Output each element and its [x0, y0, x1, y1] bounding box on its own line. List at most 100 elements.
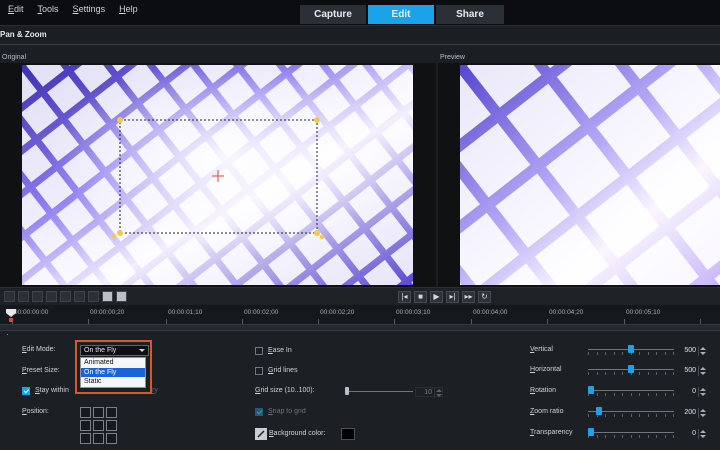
- menu-edit[interactable]: Edit: [8, 4, 24, 14]
- zoom-ratio-input[interactable]: 200: [678, 408, 706, 418]
- vertical-label: Vertical: [530, 346, 553, 353]
- zoom-ratio-slider[interactable]: [588, 407, 674, 417]
- pen-icon[interactable]: [255, 428, 267, 440]
- transparency-label: Transparency: [530, 429, 573, 436]
- grid-size-label: Grid size (10..100):: [255, 387, 315, 394]
- position-bottom-right[interactable]: [106, 433, 117, 444]
- controls-strip: |◂ ■ ▶ ▸| ▸▸ ↻: [0, 287, 720, 305]
- timecode: 00:00:01;10: [168, 309, 203, 316]
- slider-thumb[interactable]: [628, 345, 634, 353]
- position-label: Position:: [22, 408, 49, 415]
- original-image[interactable]: [22, 65, 413, 285]
- slider-thumb[interactable]: [628, 365, 634, 373]
- prev-keyframe-icon[interactable]: [4, 291, 15, 302]
- slider-rail: [345, 391, 413, 392]
- position-top-right[interactable]: [106, 407, 117, 418]
- horizontal-value: 500: [684, 367, 696, 374]
- horizontal-input[interactable]: 500: [678, 366, 706, 376]
- preset-size-label: Preset Size:: [22, 367, 60, 374]
- timecode: 00:00:05;10: [626, 309, 661, 316]
- snap-to-grid-checkbox[interactable]: [255, 408, 263, 416]
- mark-in-icon[interactable]: [102, 291, 113, 302]
- spinner-icon[interactable]: [698, 366, 706, 376]
- original-label: Original: [2, 54, 27, 61]
- position-middle-left[interactable]: [80, 420, 91, 431]
- timecode: 00:00:03;10: [396, 309, 431, 316]
- tab-edit[interactable]: Edit: [368, 5, 434, 24]
- menu-bar: Edit Tools Settings Help: [8, 4, 138, 14]
- frame-handle: [117, 230, 123, 236]
- timecode: 00:00:04;20: [549, 309, 584, 316]
- next-frame-icon[interactable]: ▸|: [446, 291, 459, 303]
- slider-thumb[interactable]: [588, 428, 594, 436]
- tab-capture[interactable]: Capture: [300, 5, 366, 24]
- frame-handle: [111, 233, 117, 239]
- slider-thumb[interactable]: [596, 407, 602, 415]
- add-keyframe-icon[interactable]: [18, 291, 29, 302]
- position-middle-right[interactable]: [106, 420, 117, 431]
- slider-rail: [588, 390, 674, 391]
- menu-settings[interactable]: Settings: [73, 4, 106, 14]
- stop-icon[interactable]: ■: [414, 291, 427, 303]
- original-image-art: [22, 65, 413, 285]
- timecode: 00:00:00;20: [90, 309, 125, 316]
- frame-handle: [314, 117, 320, 123]
- horizontal-slider[interactable]: [588, 365, 674, 375]
- spinner-icon[interactable]: [698, 387, 706, 397]
- slider-thumb[interactable]: [588, 386, 594, 394]
- menu-tools[interactable]: Tools: [38, 4, 59, 14]
- position-top-left[interactable]: [80, 407, 91, 418]
- spinner-icon[interactable]: [698, 408, 706, 418]
- grid-size-slider[interactable]: [345, 387, 413, 396]
- prev-frame-icon[interactable]: |◂: [398, 291, 411, 303]
- end-icon[interactable]: ▸▸: [462, 291, 475, 303]
- position-bottom-center[interactable]: [93, 433, 104, 444]
- move-right-icon[interactable]: [74, 291, 85, 302]
- stay-within-checkbox[interactable]: [22, 387, 30, 395]
- spinner-icon[interactable]: [698, 346, 706, 356]
- vertical-slider[interactable]: [588, 345, 674, 355]
- spinner-icon[interactable]: [698, 429, 706, 439]
- remove-keyframe-icon[interactable]: [32, 291, 43, 302]
- workspace-tabs: Capture Edit Share: [300, 5, 504, 24]
- grid-size-input[interactable]: 10: [415, 387, 443, 398]
- tab-share[interactable]: Share: [436, 5, 504, 24]
- ease-in-label: Ease In: [268, 347, 292, 354]
- flip-icon[interactable]: [88, 291, 99, 302]
- frame-handle: [117, 117, 123, 123]
- position-bottom-left[interactable]: [80, 433, 91, 444]
- menu-help[interactable]: Help: [119, 4, 138, 14]
- timeline-track[interactable]: [0, 324, 720, 331]
- background-color-label: Background color:: [269, 430, 326, 437]
- frame-handle: [314, 230, 320, 236]
- timeline-ruler[interactable]: 00:00:00:00 00:00:00;20 00:00:01;10 00:0…: [0, 305, 720, 325]
- preview-label: Preview: [440, 54, 465, 61]
- slider-ticks: [588, 393, 674, 396]
- vertical-input[interactable]: 500: [678, 346, 706, 356]
- vertical-value: 500: [684, 347, 696, 354]
- timecode: 00:00:04;00: [473, 309, 508, 316]
- zoom-ratio-value: 200: [684, 409, 696, 416]
- top-bar: Edit Tools Settings Help Capture Edit Sh…: [0, 0, 720, 26]
- keyframe-marker[interactable]: [9, 318, 13, 322]
- rotation-input[interactable]: 0: [678, 387, 706, 397]
- timecode: 00:00:00:00: [14, 309, 49, 316]
- play-icon[interactable]: ▶: [430, 291, 443, 303]
- move-left-icon[interactable]: [60, 291, 71, 302]
- rotation-slider[interactable]: [588, 386, 674, 396]
- repeat-icon[interactable]: ↻: [478, 291, 491, 303]
- spinner-icon[interactable]: [434, 388, 442, 398]
- reverse-keyframe-icon[interactable]: [46, 291, 57, 302]
- panel-title: Pan & Zoom: [0, 30, 47, 39]
- divider: [0, 44, 720, 45]
- position-top-center[interactable]: [93, 407, 104, 418]
- ease-in-checkbox[interactable]: [255, 347, 263, 355]
- stay-within-label-tail: ry: [152, 387, 158, 394]
- transparency-input[interactable]: 0: [678, 429, 706, 439]
- background-color-swatch[interactable]: [341, 428, 355, 440]
- grid-lines-checkbox[interactable]: [255, 367, 263, 375]
- position-center[interactable]: [93, 420, 104, 431]
- mark-out-icon[interactable]: [116, 291, 127, 302]
- slider-thumb[interactable]: [345, 387, 349, 395]
- transparency-slider[interactable]: [588, 428, 674, 438]
